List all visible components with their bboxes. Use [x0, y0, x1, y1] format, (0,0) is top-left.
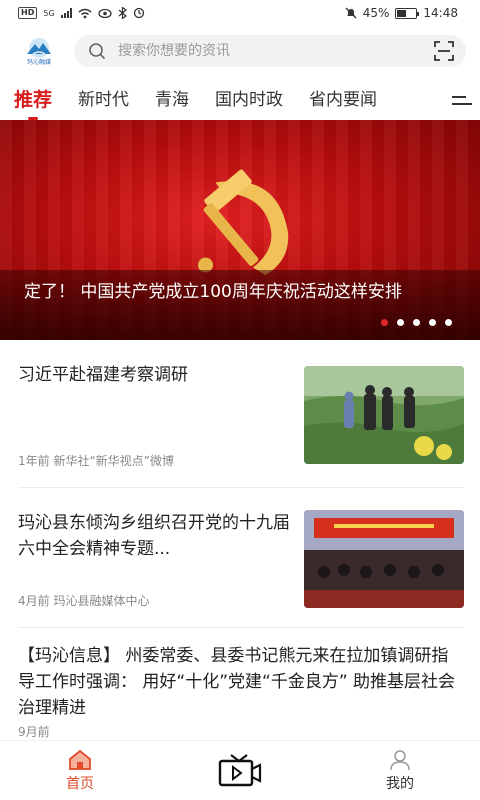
carousel-dots: [381, 319, 452, 326]
eye-icon: [97, 8, 112, 18]
search-input[interactable]: [118, 43, 422, 59]
search-bar[interactable]: [74, 35, 466, 67]
app-logo[interactable]: 玛沁融媒: [22, 34, 56, 68]
search-icon: [89, 43, 106, 60]
logo-mountain-icon: [27, 37, 51, 58]
nav-home[interactable]: 首页: [0, 741, 160, 800]
news-thumbnail: [304, 510, 464, 608]
news-title: 玛沁县东倾沟乡组织召开党的十九届六中全会精神专题...: [18, 513, 290, 559]
news-meta: 4月前 玛沁县融媒体中心: [18, 594, 150, 608]
news-title: 【玛沁信息】 州委常委、县委书记熊元来在拉加镇调研指导工作时强调： 用好“十化”…: [18, 646, 456, 718]
nav-home-label: 首页: [66, 775, 94, 792]
battery-icon: [395, 7, 420, 19]
tab-new-era[interactable]: 新时代: [78, 80, 129, 120]
video-tv-icon: [218, 753, 262, 786]
banner-carousel[interactable]: 定了！ 中国共产党成立100周年庆祝活动这样安排: [0, 120, 480, 340]
status-right: 45% 14:48: [345, 6, 458, 20]
app-header: 玛沁融媒: [0, 32, 480, 70]
news-divider: [18, 627, 464, 628]
tab-provincial-news[interactable]: 省内要闻: [309, 80, 377, 120]
nav-video[interactable]: [160, 741, 320, 800]
banner-caption: 定了！ 中国共产党成立100周年庆祝活动这样安排: [0, 270, 480, 340]
news-meta: 1年前 新华社“新华视点”微博: [18, 454, 174, 468]
tab-qinghai[interactable]: 青海: [155, 80, 189, 120]
user-icon: [390, 749, 410, 770]
scan-icon[interactable]: [434, 41, 454, 61]
carousel-dot[interactable]: [397, 319, 404, 326]
clock: 14:48: [423, 6, 458, 20]
home-icon: [69, 749, 91, 770]
mute-bell-icon: [345, 7, 357, 19]
tea-garden-photo: [304, 366, 464, 464]
news-title: 习近平赴福建考察调研: [18, 365, 188, 385]
hammer-sickle-emblem: [198, 169, 289, 275]
news-thumbnail: [304, 366, 464, 464]
news-item[interactable]: 玛沁县东倾沟乡组织召开党的十九届六中全会精神专题... 4月前 玛沁县融媒体中心: [18, 510, 464, 620]
banner-title: 定了！ 中国共产党成立100周年庆祝活动这样安排: [24, 282, 402, 302]
bluetooth-icon: [118, 7, 127, 19]
nav-mine-label: 我的: [386, 775, 414, 792]
status-bar: HD 5G 45% 14:48: [0, 0, 480, 26]
battery-percent: 45%: [362, 6, 390, 20]
news-item[interactable]: 习近平赴福建考察调研 1年前 新华社“新华视点”微博: [18, 362, 464, 472]
bottom-nav: 首页 我的: [0, 740, 480, 800]
carousel-dot[interactable]: [413, 319, 420, 326]
channel-menu-button[interactable]: [452, 90, 472, 110]
wifi-icon: [78, 8, 92, 18]
signal-icon: [60, 8, 72, 18]
status-left: HD 5G: [18, 7, 145, 19]
news-divider: [18, 487, 464, 488]
tab-domestic-politics[interactable]: 国内时政: [215, 80, 283, 120]
battery-fill: [397, 9, 406, 17]
sync-icon: [133, 7, 144, 19]
news-meta: 9月前: [18, 725, 50, 739]
network-label: 5G: [43, 8, 55, 18]
carousel-dot[interactable]: [381, 319, 388, 326]
news-item[interactable]: 【玛沁信息】 州委常委、县委书记熊元来在拉加镇调研指导工作时强调： 用好“十化”…: [18, 643, 464, 739]
logo-text: 玛沁融媒: [26, 58, 51, 66]
channel-tabs: 推荐 新时代 青海 国内时政 省内要闻: [0, 80, 480, 120]
hd-badge: HD: [18, 7, 38, 19]
nav-mine[interactable]: 我的: [320, 741, 480, 800]
carousel-dot[interactable]: [429, 319, 436, 326]
meeting-hall-photo: [304, 510, 464, 608]
tab-recommend[interactable]: 推荐: [14, 80, 52, 120]
carousel-dot[interactable]: [445, 319, 452, 326]
tab-fade: [412, 80, 452, 120]
